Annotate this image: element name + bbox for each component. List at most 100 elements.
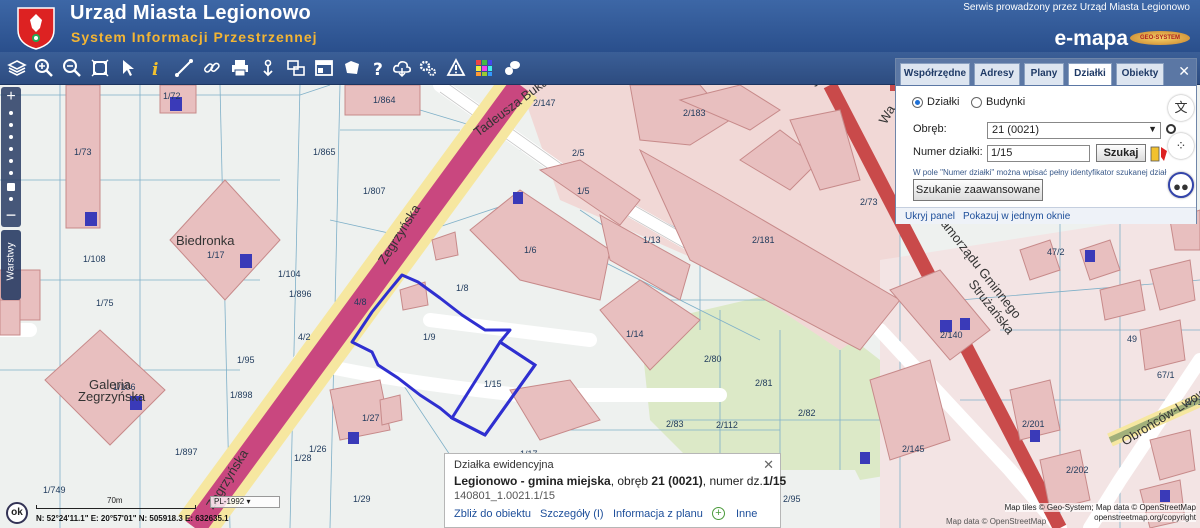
- plus-icon[interactable]: +: [712, 507, 725, 520]
- single-window-link[interactable]: Pokazuj w jednym oknie: [963, 211, 1070, 222]
- tab-dzialki[interactable]: Działki: [1068, 63, 1112, 85]
- hint-text: W pole "Numer działki" można wpisać pełn…: [913, 168, 1167, 177]
- svg-text:Biedronka: Biedronka: [176, 233, 235, 248]
- svg-text:1/5: 1/5: [577, 186, 590, 196]
- record-icon[interactable]: [1166, 124, 1176, 134]
- print-icon[interactable]: [228, 56, 252, 80]
- search-button[interactable]: Szukaj: [1096, 144, 1146, 162]
- tab-obiekty[interactable]: Obiekty: [1116, 63, 1164, 85]
- svg-text:2/82: 2/82: [798, 408, 816, 418]
- svg-text:2/112: 2/112: [716, 420, 738, 430]
- svg-text:1/104: 1/104: [278, 269, 301, 279]
- hide-panel-link[interactable]: Ukryj panel: [905, 211, 955, 222]
- zoom-in-icon[interactable]: [32, 56, 56, 80]
- zoom-level-dot[interactable]: [9, 111, 13, 115]
- tab-wspolrzedne[interactable]: Współrzędne: [900, 63, 970, 85]
- popup-numer-text: , numer dz.: [702, 474, 763, 488]
- help-icon[interactable]: ?: [366, 56, 390, 80]
- tab-adresy[interactable]: Adresy: [974, 63, 1020, 85]
- assistant-icon[interactable]: ●●: [1168, 172, 1194, 198]
- zoom-out-button[interactable]: −: [1, 206, 21, 224]
- zoom-level-dot[interactable]: [9, 135, 13, 139]
- numer-dzialki-input[interactable]: 1/15: [987, 145, 1090, 162]
- coordinates-readout: N: 52°24'11.1" E: 20°57'01" N: 505918.3 …: [36, 514, 229, 523]
- svg-text:2/181: 2/181: [752, 235, 775, 245]
- zoom-slider[interactable]: + −: [1, 87, 21, 227]
- zoom-to-object-link[interactable]: Zbliż do obiektu: [454, 508, 531, 520]
- zoom-out-icon[interactable]: [60, 56, 84, 80]
- zoom-level-dot[interactable]: [9, 197, 13, 201]
- zoom-in-button[interactable]: +: [1, 89, 21, 105]
- svg-text:1/73: 1/73: [74, 147, 92, 157]
- download-icon[interactable]: [256, 56, 280, 80]
- cloud-icon[interactable]: [390, 56, 414, 80]
- crs-select[interactable]: PL-1992 ▾: [210, 496, 280, 508]
- warning-icon[interactable]: [444, 56, 468, 80]
- panel-tabs: Współrzędne Adresy Plany Działki Obiekty…: [896, 59, 1196, 86]
- info-icon[interactable]: i: [144, 56, 168, 80]
- svg-text:49: 49: [1127, 334, 1137, 344]
- grid-apps-icon[interactable]: ⁘: [1168, 133, 1194, 159]
- pointer-icon[interactable]: [116, 56, 140, 80]
- system-subtitle: System Informacji Przestrzennej: [71, 29, 318, 45]
- radio-dzialki[interactable]: [912, 97, 923, 108]
- comment-icon[interactable]: [500, 56, 524, 80]
- svg-text:1/6: 1/6: [524, 245, 537, 255]
- obreb-label: Obręb:: [913, 123, 947, 135]
- color-icon[interactable]: [472, 56, 496, 80]
- svg-text:2/83: 2/83: [666, 419, 684, 429]
- radio-budynki[interactable]: [971, 97, 982, 108]
- obreb-select[interactable]: 21 (0021) ▼: [987, 122, 1161, 139]
- header: Urząd Miasta Legionowo System Informacji…: [0, 0, 1200, 52]
- svg-text:1/898: 1/898: [230, 390, 253, 400]
- shape-icon[interactable]: [340, 56, 364, 80]
- measure-icon[interactable]: [172, 56, 196, 80]
- popup-parcel-number: 1/15: [762, 474, 787, 488]
- ok-button[interactable]: ok: [6, 502, 28, 524]
- svg-text:2/147: 2/147: [533, 98, 556, 108]
- svg-text:1/15: 1/15: [484, 379, 502, 389]
- settings-icon[interactable]: [416, 56, 440, 80]
- svg-text:1/896: 1/896: [289, 289, 312, 299]
- popup-obreb-number: 21 (0021): [651, 474, 703, 488]
- zoom-level-dot[interactable]: [9, 123, 13, 127]
- compare-icon[interactable]: [284, 56, 308, 80]
- radio-budynki-label: Budynki: [986, 96, 1026, 108]
- zoom-level-dot[interactable]: [9, 171, 13, 175]
- svg-text:1/14: 1/14: [626, 329, 644, 339]
- svg-text:1/8: 1/8: [456, 283, 469, 293]
- advanced-search-button[interactable]: Szukanie zaawansowane: [913, 179, 1043, 201]
- svg-text:1/108: 1/108: [83, 254, 106, 264]
- plan-info-link[interactable]: Informacja z planu: [613, 508, 703, 520]
- svg-text:2/73: 2/73: [860, 197, 878, 207]
- osm-copyright-link[interactable]: openstreetmap.org/copyright: [1094, 513, 1196, 522]
- svg-text:1/29: 1/29: [353, 494, 371, 504]
- svg-text:1/9: 1/9: [423, 332, 436, 342]
- layers-tab[interactable]: Warstwy: [1, 230, 21, 300]
- other-link[interactable]: Inne: [736, 508, 757, 520]
- svg-text:2/81: 2/81: [755, 378, 773, 388]
- translate-icon[interactable]: 文: [1168, 95, 1194, 121]
- map-attribution[interactable]: Map tiles © Geo-System; Map data © OpenS…: [1004, 503, 1196, 512]
- zoom-handle[interactable]: [7, 183, 15, 191]
- zoom-level-dot[interactable]: [9, 147, 13, 151]
- link-icon[interactable]: [200, 56, 224, 80]
- eraser-icon[interactable]: [1150, 145, 1170, 162]
- svg-text:47/2: 47/2: [1047, 247, 1065, 257]
- scale-label: 70m: [107, 496, 123, 505]
- window-icon[interactable]: [312, 56, 336, 80]
- close-icon[interactable]: ✕: [1178, 63, 1190, 80]
- layers-label: Warstwy: [5, 242, 17, 281]
- popup-title: Działka ewidencyjna: [454, 459, 554, 471]
- zoom-level-dot[interactable]: [9, 159, 13, 163]
- details-link[interactable]: Szczegóły (I): [540, 508, 604, 520]
- layers-icon[interactable]: [5, 56, 29, 80]
- tab-plany[interactable]: Plany: [1024, 63, 1064, 85]
- emapa-logo: e-mapa: [1054, 27, 1128, 50]
- svg-text:1/95: 1/95: [237, 355, 255, 365]
- svg-text:4/8: 4/8: [354, 297, 367, 307]
- full-extent-icon[interactable]: [88, 56, 112, 80]
- close-icon[interactable]: ✕: [763, 457, 774, 473]
- svg-text:4/2: 4/2: [298, 332, 311, 342]
- svg-text:i: i: [152, 60, 158, 78]
